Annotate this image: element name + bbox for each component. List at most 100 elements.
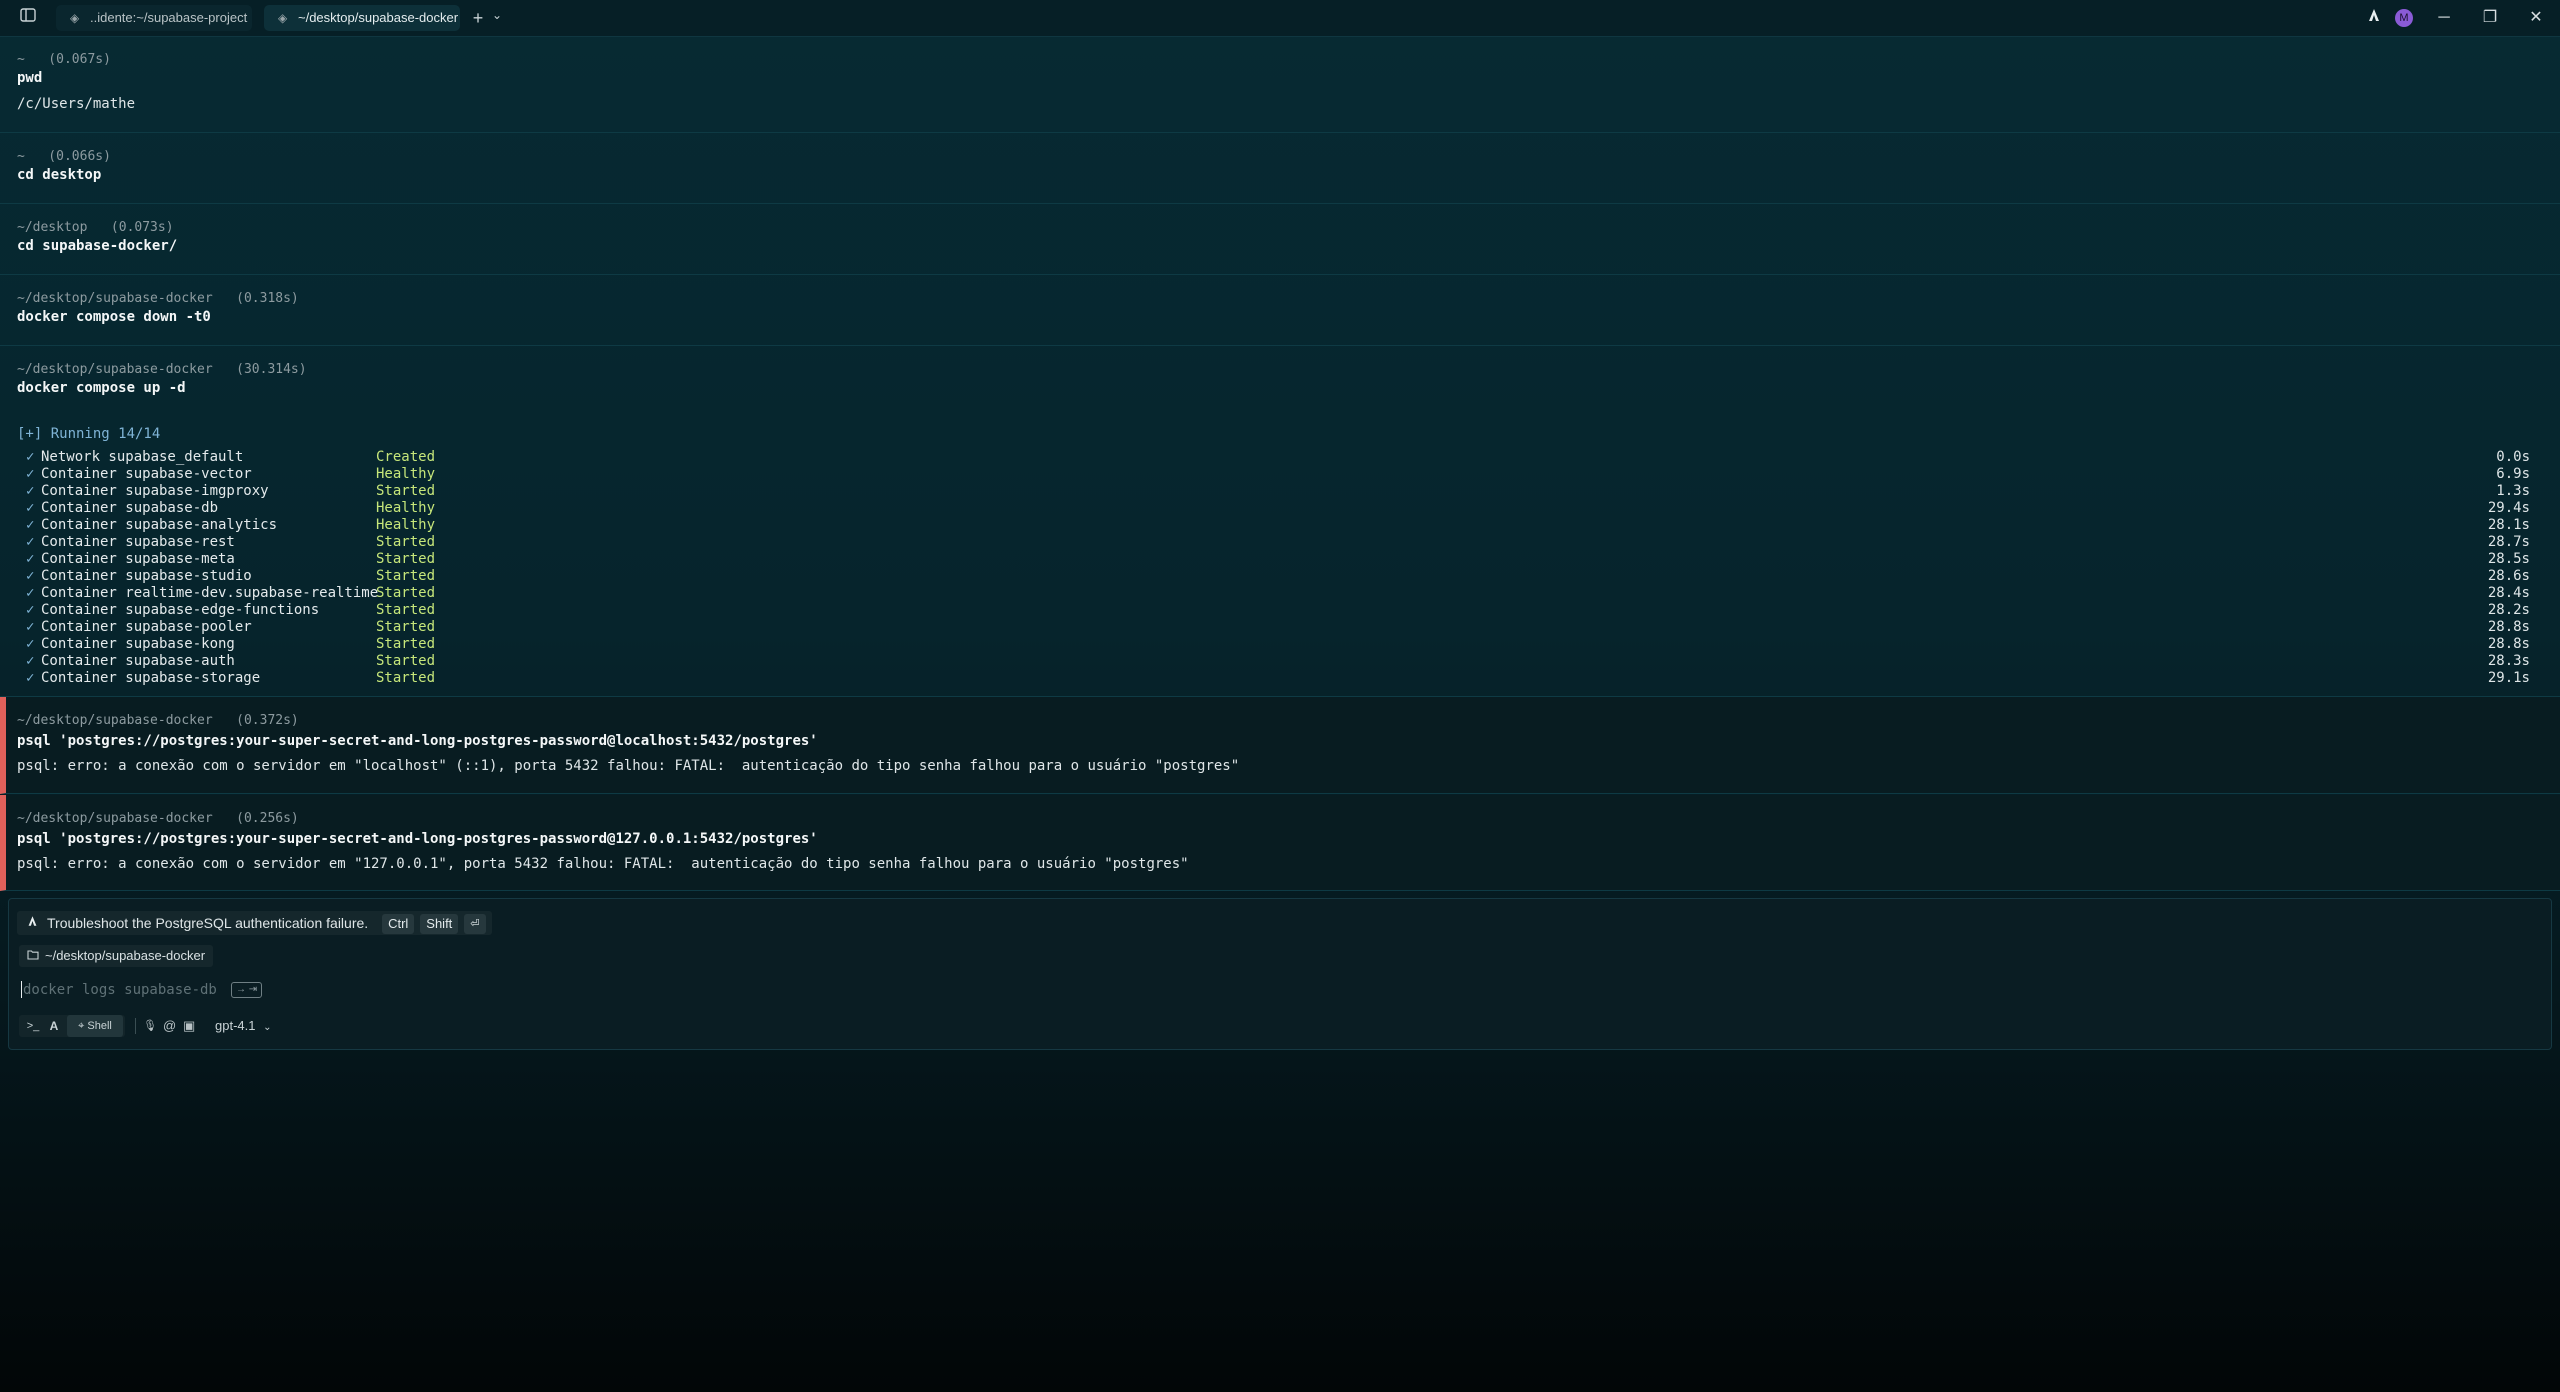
enter-key-icon: ⏎ (464, 914, 486, 935)
compose-row-status: Started (376, 585, 436, 601)
error-command-block[interactable]: ~/desktop/supabase-docker (0.256s) psql … (0, 795, 2560, 891)
checkmark-icon: ✓ (26, 517, 35, 533)
compose-row-time: 28.4s (2487, 585, 2530, 601)
compose-row: ✓ Container supabase-analytics Healthy 28.1… (0, 517, 2560, 534)
compose-row: ✓ Container realtime-dev.supabase-realtim… (0, 585, 2560, 602)
tab-supabase-project[interactable]: ◈ ..idente:~/supabase-project (56, 5, 252, 31)
sidebar-toggle-icon[interactable] (16, 0, 40, 36)
compose-row-status: Healthy (376, 466, 436, 482)
chevron-down-icon: ⌄ (263, 1022, 272, 1033)
compose-row: ✓ Container supabase-db Healthy 29.4s (0, 500, 2560, 517)
model-selector[interactable]: gpt-4.1 ⌄ (215, 1015, 272, 1037)
suggestion-text: Troubleshoot the PostgreSQL authenticati… (47, 915, 369, 931)
error-command-block[interactable]: ~/desktop/supabase-docker (0.372s) psql … (0, 697, 2560, 794)
block-command: pwd (17, 70, 43, 86)
compose-row-status: Started (376, 670, 436, 686)
block-command: docker compose up -d (17, 380, 186, 396)
block-command: cd desktop (17, 167, 102, 183)
image-attach-icon[interactable]: ▣ (183, 1015, 195, 1037)
compose-row-name: Container supabase-kong (41, 636, 235, 652)
compose-running-status: [+] Running 14/14 (17, 426, 161, 442)
shortcut-key: Ctrl (382, 914, 415, 935)
chevron-down-icon[interactable]: ⌄ (488, 0, 506, 30)
autocomplete-hint-chip: → ⇥ (231, 982, 263, 998)
compose-row-name: Container supabase-auth (41, 653, 235, 669)
shell-mode-label: Shell (87, 1020, 112, 1032)
checkmark-icon: ✓ (26, 466, 35, 482)
maximize-button[interactable]: ❐ (2467, 0, 2513, 36)
compose-row-time: 28.6s (2487, 568, 2530, 584)
directory-chip[interactable]: ~/desktop/supabase-docker (19, 945, 214, 967)
shortcut-key: Shift (420, 914, 459, 935)
compose-row-time: 28.1s (2487, 517, 2530, 533)
compose-row-time: 28.7s (2487, 534, 2530, 550)
block-command: cd supabase-docker/ (17, 238, 178, 254)
compose-row-status: Healthy (376, 500, 436, 516)
compose-row: ✓ Container supabase-auth Started 28.3s (0, 653, 2560, 670)
directory-label: ~/desktop/supabase-docker (45, 948, 206, 963)
tab-label: ~/desktop/supabase-docker (298, 10, 459, 25)
text-caret (21, 981, 22, 998)
agent-logo-icon[interactable] (2364, 0, 2384, 36)
compose-row-name: Container supabase-imgproxy (41, 483, 269, 499)
tab-supabase-docker[interactable]: ◈ ~/desktop/supabase-docker (264, 5, 460, 31)
command-block[interactable]: ~/desktop/supabase-docker (30.314s) dock… (0, 346, 2560, 697)
compose-row-status: Started (376, 551, 436, 567)
compose-row: ✓ Container supabase-meta Started 28.5s (0, 551, 2560, 568)
agent-suggestion[interactable]: Troubleshoot the PostgreSQL authenticati… (17, 911, 492, 935)
model-label: gpt-4.1 (215, 1018, 256, 1033)
title-bar: ◈ ..idente:~/supabase-project ◈ ~/deskto… (0, 0, 2560, 37)
block-command: docker compose down -t0 (17, 309, 211, 325)
checkmark-icon: ✓ (26, 449, 35, 465)
terminal-mode-icon[interactable]: >_ (23, 1015, 43, 1037)
compose-row-name: Network supabase_default (41, 449, 244, 465)
compose-row-time: 29.1s (2487, 670, 2530, 686)
compose-row-name: Container supabase-meta (41, 551, 235, 567)
command-block[interactable]: ~ (0.066s) cd desktop (0, 133, 2560, 204)
compose-row-status: Started (376, 568, 436, 584)
avatar[interactable]: M (2395, 9, 2413, 27)
compose-row-name: Container supabase-edge-functions (41, 602, 320, 618)
close-button[interactable]: ✕ (2513, 0, 2559, 36)
compose-row-name: Container supabase-storage (41, 670, 261, 686)
command-input[interactable] (23, 979, 523, 1001)
microphone-icon[interactable]: 🎙 (143, 1015, 157, 1037)
compose-row-time: 28.2s (2487, 602, 2530, 618)
compose-row-name: Container supabase-analytics (41, 517, 278, 533)
compose-row: ✓ Container supabase-vector Healthy 6.9s (0, 466, 2560, 483)
minimize-button[interactable]: ─ (2421, 0, 2467, 36)
command-block[interactable]: ~/desktop/supabase-docker (0.318s) docke… (0, 275, 2560, 346)
compose-row-status: Started (376, 602, 436, 618)
checkmark-icon: ✓ (26, 534, 35, 550)
checkmark-icon: ✓ (26, 602, 35, 618)
input-panel: Troubleshoot the PostgreSQL authenticati… (8, 898, 2552, 1050)
add-tab-button[interactable]: + (468, 0, 488, 36)
checkmark-icon: ✓ (26, 619, 35, 635)
compose-row-time: 28.5s (2487, 551, 2530, 567)
toolbar-divider (135, 1018, 136, 1034)
block-prompt: ~ (0.066s) (17, 149, 111, 164)
agent-mode-icon[interactable]: A (45, 1015, 63, 1037)
compose-row: ✓ Container supabase-rest Started 28.7s (0, 534, 2560, 551)
compose-row-name: Container supabase-pooler (41, 619, 252, 635)
compose-row-time: 28.3s (2487, 653, 2530, 669)
checkmark-icon: ✓ (26, 551, 35, 567)
compose-row: ✓ Network supabase_default Created 0.0s (0, 449, 2560, 466)
checkmark-icon: ✓ (26, 653, 35, 669)
block-error-output: psql: erro: a conexão com o servidor em … (17, 758, 1240, 774)
compose-row-status: Started (376, 653, 436, 669)
block-prompt: ~/desktop/supabase-docker (30.314s) (17, 362, 307, 377)
compose-row-name: Container supabase-studio (41, 568, 252, 584)
checkmark-icon: ✓ (26, 500, 35, 516)
command-block[interactable]: ~/desktop (0.073s) cd supabase-docker/ (0, 204, 2560, 275)
block-output: /c/Users/mathe (17, 96, 136, 112)
compose-row-time: 1.3s (2496, 483, 2530, 499)
mode-switcher: >_ A ⌖ Shell (19, 1015, 125, 1037)
compose-row-status: Started (376, 619, 436, 635)
terminal-tab-icon: ◈ (278, 11, 288, 25)
agent-logo-icon (27, 911, 38, 935)
shell-mode-button[interactable]: ⌖ Shell (67, 1015, 123, 1037)
location-pin-icon: ⌖ (78, 1020, 85, 1032)
command-block[interactable]: ~ (0.067s) pwd /c/Users/mathe (0, 36, 2560, 133)
at-mention-icon[interactable]: @ (163, 1015, 176, 1037)
